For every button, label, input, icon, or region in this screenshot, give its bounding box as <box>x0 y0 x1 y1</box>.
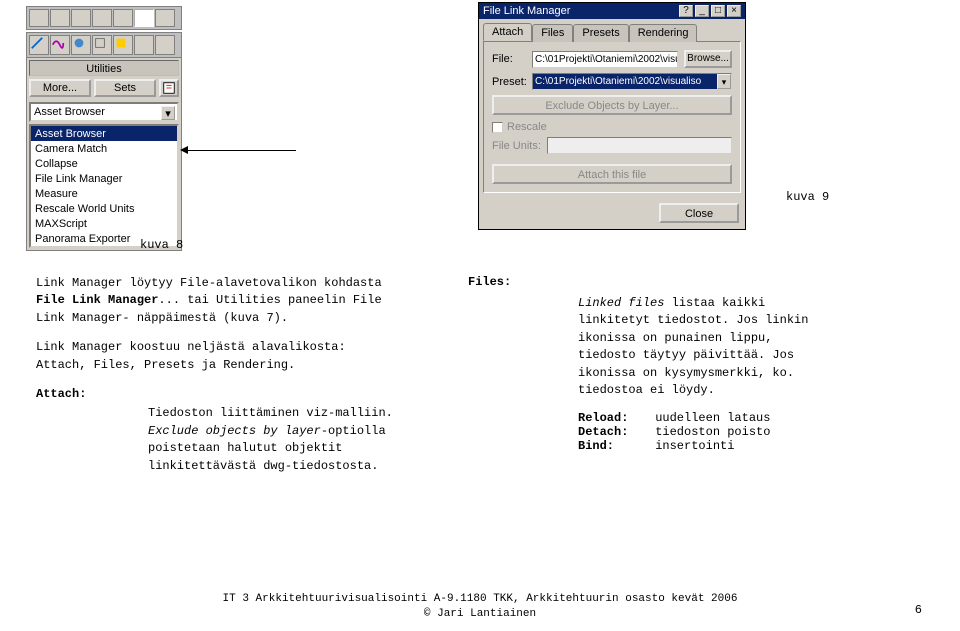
body-text: Tiedoston liittäminen viz-malliin. <box>148 406 393 420</box>
body-text: Link Manager löytyy File-alavetovalikon … <box>36 276 382 290</box>
close-button[interactable]: × <box>727 5 741 17</box>
window-titlebar: File Link Manager ? _ □ × <box>479 3 745 19</box>
files-heading: Files: <box>468 275 858 289</box>
preset-value: C:\01Projekti\Otaniemi\2002\visualiso <box>535 76 701 87</box>
page-number: 6 <box>915 603 922 617</box>
exclude-objects-button[interactable]: Exclude Objects by Layer... <box>492 95 732 115</box>
attach-file-button[interactable]: Attach this file <box>492 164 732 184</box>
chevron-down-icon[interactable]: ▾ <box>717 74 731 89</box>
sub-tab[interactable] <box>50 35 70 55</box>
file-label: File: <box>492 53 526 65</box>
utility-dropdown[interactable]: Asset Browser ▾ <box>29 102 179 122</box>
dropdown-value: Asset Browser <box>34 106 105 118</box>
help-button[interactable]: ? <box>679 5 693 17</box>
utilities-list: Asset Browser Camera Match Collapse File… <box>29 124 179 248</box>
sub-tab[interactable] <box>92 35 112 55</box>
tool-tab[interactable] <box>155 9 175 27</box>
tab-rendering[interactable]: Rendering <box>629 24 698 42</box>
utilities-title: Utilities <box>29 60 179 76</box>
tool-tab[interactable] <box>71 9 91 27</box>
file-field[interactable]: C:\01Projekti\Otaniemi\2002\visualiso <box>532 51 678 68</box>
list-item[interactable]: Asset Browser <box>31 126 177 141</box>
tool-tab[interactable] <box>29 9 49 27</box>
list-item[interactable]: MAXScript <box>31 216 177 231</box>
chevron-down-icon[interactable]: ▾ <box>161 106 175 120</box>
body-text-right: Files: Linked files listaa kaikki linkit… <box>468 275 858 453</box>
body-text-italic: Exclude objects by layer <box>148 424 321 438</box>
checkbox-icon <box>492 122 503 133</box>
preset-field[interactable]: C:\01Projekti\Otaniemi\2002\visualiso ▾ <box>532 73 732 90</box>
caption-kuva-9: kuva 9 <box>786 190 829 204</box>
maximize-button[interactable]: □ <box>711 5 725 17</box>
body-text: listaa kaikki linkitetyt tiedostot. Jos … <box>578 296 808 397</box>
tool-tab[interactable] <box>134 9 154 27</box>
page-footer: IT 3 Arkkitehtuurivisualisointi A-9.1180… <box>0 592 960 621</box>
list-item[interactable]: Measure <box>31 186 177 201</box>
close-dialog-button[interactable]: Close <box>659 203 739 223</box>
sub-tab[interactable] <box>113 35 133 55</box>
tab-presets[interactable]: Presets <box>573 24 628 42</box>
sub-tab[interactable] <box>29 35 49 55</box>
list-item[interactable]: Camera Match <box>31 141 177 156</box>
rescale-checkbox[interactable]: Rescale <box>492 121 732 133</box>
more-button[interactable]: More... <box>29 79 91 97</box>
tab-files[interactable]: Files <box>532 24 573 42</box>
sub-tool-tabs <box>26 32 182 58</box>
bind-value: insertointi <box>655 439 734 453</box>
bind-label: Bind: <box>578 439 648 453</box>
sub-tab[interactable] <box>134 35 154 55</box>
reload-label: Reload: <box>578 411 648 425</box>
flm-tabs: Attach Files Presets Rendering <box>479 19 745 41</box>
detach-label: Detach: <box>578 425 648 439</box>
pointer-arrow-head <box>180 146 188 154</box>
list-item[interactable]: Collapse <box>31 156 177 171</box>
list-item[interactable]: File Link Manager <box>31 171 177 186</box>
attach-heading: Attach: <box>36 386 396 403</box>
detach-value: tiedoston poisto <box>655 425 770 439</box>
minimize-button[interactable]: _ <box>695 5 709 17</box>
footer-line2: © Jari Lantiainen <box>0 607 960 621</box>
body-text-bold: File Link Manager <box>36 293 158 307</box>
preset-label: Preset: <box>492 76 526 88</box>
file-units-select[interactable] <box>547 137 732 154</box>
browse-button[interactable]: Browse... <box>684 50 732 68</box>
tool-tab[interactable] <box>113 9 133 27</box>
utilities-panel: Utilities More... Sets Asset Browser ▾ A… <box>26 6 182 251</box>
tool-tab[interactable] <box>92 9 112 27</box>
list-item[interactable]: Rescale World Units <box>31 201 177 216</box>
reload-value: uudelleen lataus <box>655 411 770 425</box>
file-units-label: File Units: <box>492 140 541 152</box>
pointer-arrow <box>186 150 296 151</box>
body-text-italic: Linked files <box>578 296 664 310</box>
main-tool-tabs <box>26 6 182 30</box>
sets-button[interactable]: Sets <box>94 79 156 97</box>
footer-line1: IT 3 Arkkitehtuurivisualisointi A-9.1180… <box>0 592 960 606</box>
tab-attach[interactable]: Attach <box>483 23 532 41</box>
window-title: File Link Manager <box>483 3 570 19</box>
caption-kuva-8: kuva 8 <box>140 238 183 252</box>
sub-tab[interactable] <box>71 35 91 55</box>
tool-tab[interactable] <box>50 9 70 27</box>
body-text-left: Link Manager löytyy File-alavetovalikon … <box>36 275 396 475</box>
config-button[interactable] <box>159 79 179 97</box>
sub-tab[interactable] <box>155 35 175 55</box>
body-text: Link Manager koostuu neljästä alavalikos… <box>36 339 396 374</box>
rescale-label: Rescale <box>507 121 547 133</box>
file-link-manager-window: File Link Manager ? _ □ × Attach Files P… <box>478 2 746 230</box>
